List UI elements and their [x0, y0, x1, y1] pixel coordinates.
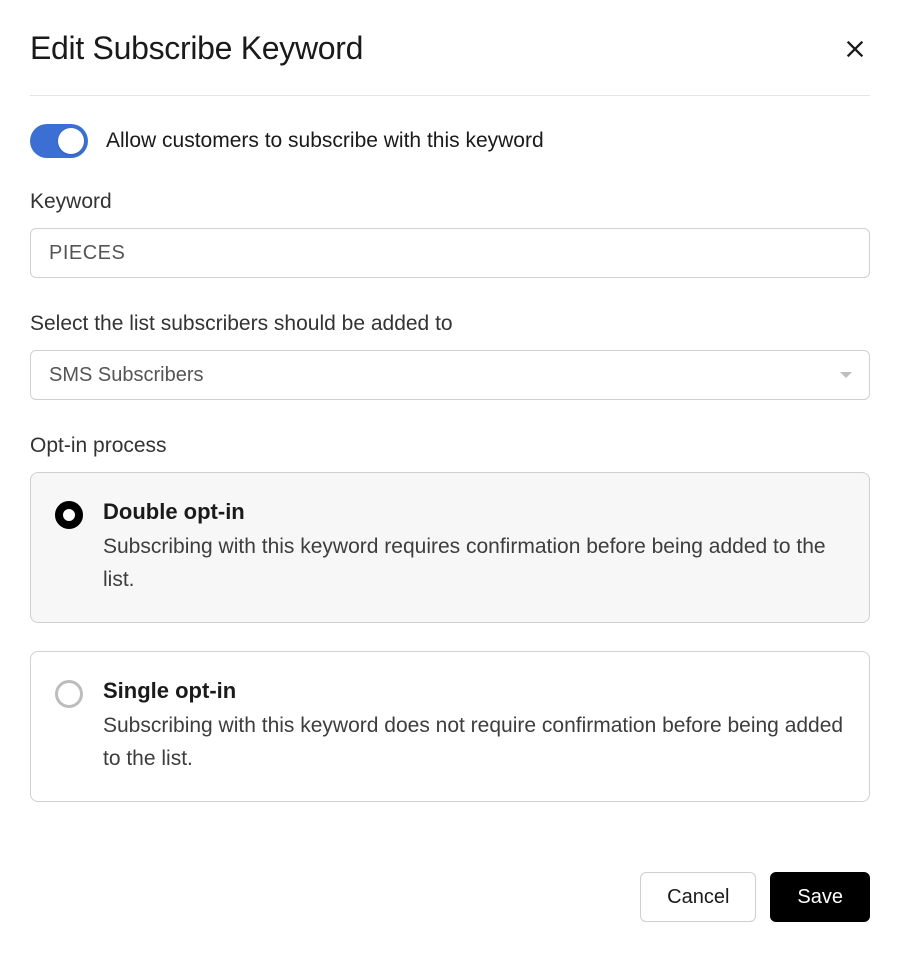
list-select[interactable]: SMS Subscribers	[30, 350, 870, 400]
modal-header: Edit Subscribe Keyword	[30, 30, 870, 96]
close-icon	[844, 38, 866, 60]
radio-icon	[55, 680, 83, 708]
optin-option-single[interactable]: Single opt-in Subscribing with this keyw…	[30, 651, 870, 802]
cancel-button[interactable]: Cancel	[640, 872, 756, 922]
close-button[interactable]	[840, 34, 870, 64]
optin-process-label: Opt-in process	[30, 434, 870, 458]
save-button[interactable]: Save	[770, 872, 870, 922]
modal-title: Edit Subscribe Keyword	[30, 30, 363, 67]
radio-body: Double opt-in Subscribing with this keyw…	[103, 499, 845, 596]
keyword-label: Keyword	[30, 190, 870, 214]
allow-subscribe-toggle-row: Allow customers to subscribe with this k…	[30, 124, 870, 158]
keyword-input[interactable]	[30, 228, 870, 278]
radio-body: Single opt-in Subscribing with this keyw…	[103, 678, 845, 775]
optin-option-title: Double opt-in	[103, 499, 845, 525]
list-select-wrap: SMS Subscribers	[30, 350, 870, 400]
optin-option-desc: Subscribing with this keyword does not r…	[103, 710, 845, 775]
optin-option-desc: Subscribing with this keyword requires c…	[103, 531, 845, 596]
radio-icon	[55, 501, 83, 529]
list-select-label: Select the list subscribers should be ad…	[30, 312, 870, 336]
modal-footer: Cancel Save	[30, 872, 870, 922]
edit-subscribe-keyword-modal: Edit Subscribe Keyword Allow customers t…	[0, 0, 900, 952]
optin-option-title: Single opt-in	[103, 678, 845, 704]
toggle-knob	[58, 128, 84, 154]
optin-option-double[interactable]: Double opt-in Subscribing with this keyw…	[30, 472, 870, 623]
allow-subscribe-label: Allow customers to subscribe with this k…	[106, 129, 544, 153]
allow-subscribe-toggle[interactable]	[30, 124, 88, 158]
